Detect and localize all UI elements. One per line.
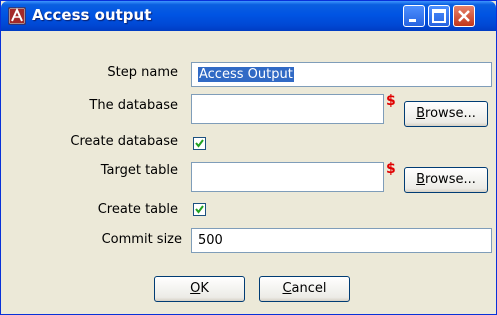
close-button[interactable] [453,5,475,27]
window-title: Access output [32,6,152,24]
target-table-label: Target table [100,163,178,178]
title-bar[interactable]: Access output [1,1,496,31]
commit-size-label: Commit size [101,232,182,247]
minimize-button[interactable] [403,5,425,27]
create-database-checkbox[interactable] [193,137,206,150]
required-marker: $ [386,93,396,109]
create-database-label: Create database [70,134,178,149]
close-icon [458,10,470,22]
ok-button[interactable]: OK [154,276,245,302]
minimize-icon [409,19,416,22]
create-table-checkbox[interactable] [193,203,206,216]
check-icon [195,139,204,148]
step-name-input[interactable]: Access Output [191,62,492,87]
commit-size-value: 500 [198,233,223,248]
target-table-input[interactable] [191,162,384,192]
step-name-value: Access Output [198,67,294,82]
target-table-browse-button[interactable]: Browse... [404,167,488,193]
step-name-label: Step name [107,65,178,80]
required-marker: $ [386,161,396,177]
check-icon [195,205,204,214]
dialog-window: Access output Step name Access Output Th… [0,0,497,315]
database-browse-button[interactable]: Browse... [404,101,488,127]
database-label: The database [89,98,178,113]
access-app-icon [8,7,26,25]
database-input[interactable] [191,94,384,124]
create-table-label: Create table [97,202,178,217]
commit-size-input[interactable]: 500 [191,228,492,253]
cancel-button[interactable]: Cancel [259,276,350,302]
maximize-icon [432,9,446,23]
maximize-button[interactable] [428,5,450,27]
